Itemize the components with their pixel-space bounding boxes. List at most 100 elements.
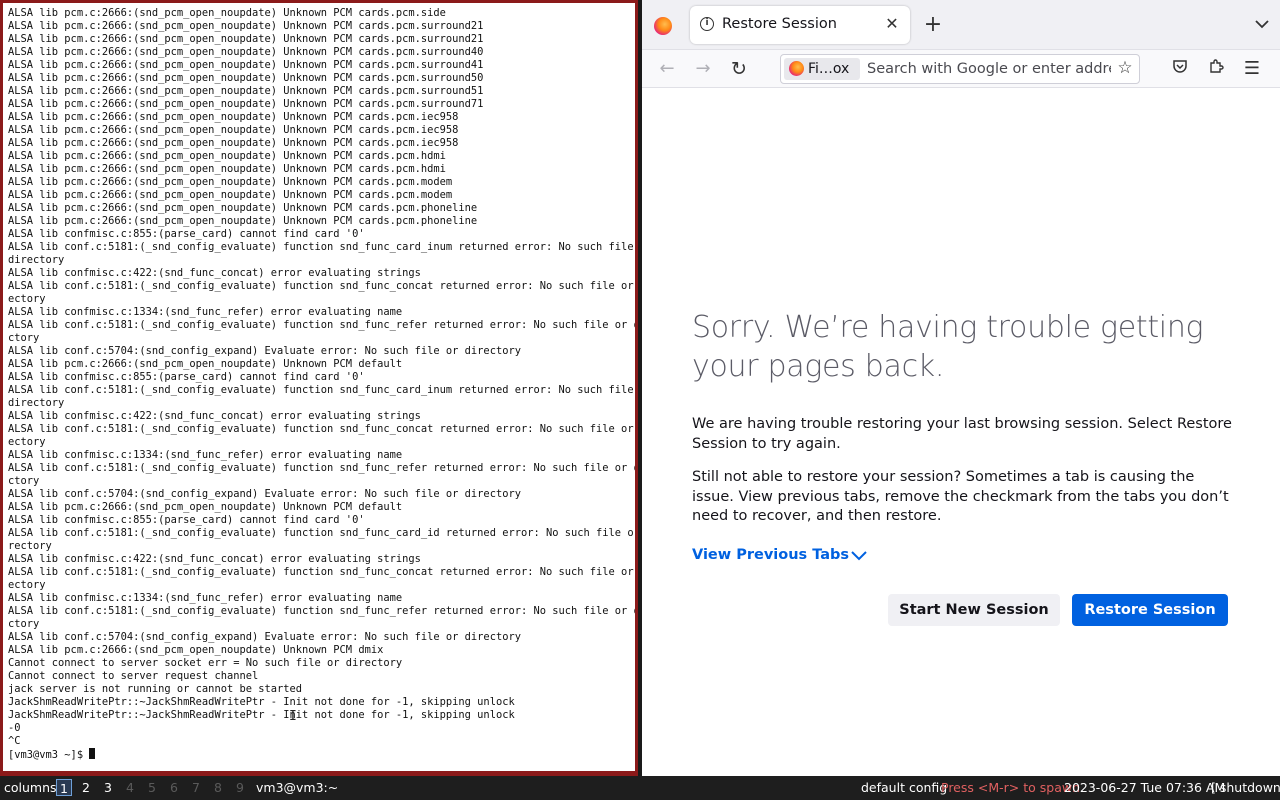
error-description-1: We are having trouble restoring your las…	[692, 416, 1232, 452]
terminal-line: ALSA lib pcm.c:2666:(snd_pcm_open_noupda…	[8, 33, 484, 45]
focused-window-title: vm3@vm3:~	[256, 780, 339, 795]
terminal-line: ALSA lib pcm.c:2666:(snd_pcm_open_noupda…	[8, 215, 478, 227]
list-all-tabs-chevron-icon[interactable]	[1254, 16, 1270, 32]
terminal-line: ALSA lib pcm.c:2666:(snd_pcm_open_noupda…	[8, 59, 484, 71]
terminal-line: ALSA lib pcm.c:2666:(snd_pcm_open_noupda…	[8, 124, 459, 136]
tab-restore-session[interactable]: i Restore Session ✕	[690, 6, 910, 44]
restore-session-button[interactable]: Restore Session	[1072, 594, 1228, 626]
workspace-7[interactable]: 7	[188, 779, 204, 796]
terminal-line: ALSA lib pcm.c:2666:(snd_pcm_open_noupda…	[8, 163, 446, 175]
terminal-line: JackShmReadWritePtr::~JackShmReadWritePt…	[8, 696, 515, 708]
workspace-4[interactable]: 4	[122, 779, 138, 796]
terminal-line: ALSA lib pcm.c:2666:(snd_pcm_open_noupda…	[8, 137, 459, 149]
hamburger-menu-icon[interactable]: ☰	[1241, 58, 1263, 80]
terminal-line: ALSA lib pcm.c:2666:(snd_pcm_open_noupda…	[8, 20, 484, 32]
terminal-line: ALSA lib confmisc.c:1334:(snd_func_refer…	[8, 306, 403, 318]
terminal-line: ctory	[8, 475, 40, 487]
clock: 2023-06-27 Tue 07:36 AM	[1064, 780, 1226, 795]
config-label: default config	[861, 780, 948, 795]
terminal-line: ectory	[8, 579, 46, 591]
terminal-window-frame: ALSA lib pcm.c:2666:(snd_pcm_open_noupda…	[0, 0, 638, 776]
firefox-logo-icon[interactable]	[654, 17, 672, 35]
spawn-hint: Press <M-r> to spawn	[941, 780, 1081, 795]
back-arrow-icon[interactable]: ←	[656, 58, 678, 80]
terminal-output: ALSA lib pcm.c:2666:(snd_pcm_open_noupda…	[3, 3, 635, 761]
close-tab-icon[interactable]: ✕	[882, 14, 902, 34]
terminal-line: JackShmReadWritePtr::~JackShmReadWritePt…	[8, 709, 515, 721]
terminal-line: ALSA lib conf.c:5181:(_snd_config_evalua…	[8, 566, 635, 578]
terminal-line: Cannot connect to server socket err = No…	[8, 657, 403, 669]
layout-indicator[interactable]: columns	[4, 780, 57, 796]
text-cursor	[89, 748, 96, 759]
terminal-line: ALSA lib conf.c:5181:(_snd_config_evalua…	[8, 241, 635, 253]
view-previous-tabs-link[interactable]: View Previous Tabs	[692, 547, 849, 563]
terminal-line: ALSA lib conf.c:5181:(_snd_config_evalua…	[8, 319, 635, 331]
pocket-icon[interactable]	[1169, 58, 1191, 80]
workspace-6[interactable]: 6	[166, 779, 182, 796]
terminal-line: ectory	[8, 436, 46, 448]
terminal-line: ALSA lib pcm.c:2666:(snd_pcm_open_noupda…	[8, 150, 446, 162]
workspace-9[interactable]: 9	[232, 779, 248, 796]
terminal-line: directory	[8, 254, 65, 266]
reload-icon[interactable]: ↻	[728, 58, 750, 80]
workspace-1[interactable]: 1	[56, 779, 72, 796]
tab-bar: i Restore Session ✕ +	[642, 0, 1280, 50]
terminal-line: ALSA lib conf.c:5704:(snd_config_expand)…	[8, 488, 521, 500]
terminal-line: ALSA lib conf.c:5181:(_snd_config_evalua…	[8, 462, 635, 474]
start-new-session-button[interactable]: Start New Session	[888, 594, 1060, 626]
info-icon: i	[700, 17, 714, 31]
terminal-line: jack server is not running or cannot be …	[8, 683, 303, 695]
workspace-5[interactable]: 5	[144, 779, 160, 796]
terminal-line: -0	[8, 722, 21, 734]
terminal-line: ALSA lib conf.c:5181:(_snd_config_evalua…	[8, 384, 635, 396]
terminal-line: ALSA lib pcm.c:2666:(snd_pcm_open_noupda…	[8, 358, 403, 370]
terminal-line: ALSA lib pcm.c:2666:(snd_pcm_open_noupda…	[8, 202, 478, 214]
error-description-2: Still not able to restore your session? …	[692, 469, 1229, 524]
url-input[interactable]	[867, 57, 1111, 81]
terminal-line: ALSA lib pcm.c:2666:(snd_pcm_open_noupda…	[8, 98, 484, 110]
terminal-line: ALSA lib pcm.c:2666:(snd_pcm_open_noupda…	[8, 644, 384, 656]
terminal-line: ALSA lib pcm.c:2666:(snd_pcm_open_noupda…	[8, 85, 484, 97]
terminal-window[interactable]: ALSA lib pcm.c:2666:(snd_pcm_open_noupda…	[3, 3, 635, 771]
terminal-line: ALSA lib conf.c:5181:(_snd_config_evalua…	[8, 527, 635, 539]
forward-arrow-icon[interactable]: →	[692, 58, 714, 80]
identity-label: Fi…ox	[808, 61, 850, 77]
mouse-cursor-ibeam-icon: I	[289, 709, 297, 724]
terminal-line: ALSA lib conf.c:5704:(snd_config_expand)…	[8, 631, 521, 643]
terminal-line: ALSA lib pcm.c:2666:(snd_pcm_open_noupda…	[8, 501, 403, 513]
tab-title: Restore Session	[722, 16, 837, 32]
workspace-2[interactable]: 2	[78, 779, 94, 796]
site-identity-button[interactable]: Fi…ox	[784, 58, 860, 80]
terminal-line: ALSA lib confmisc.c:855:(parse_card) can…	[8, 228, 365, 240]
navigation-toolbar: ← → ↻ Fi…ox ☆ ☰	[642, 50, 1280, 88]
terminal-line: ALSA lib conf.c:5181:(_snd_config_evalua…	[8, 423, 635, 435]
terminal-prompt-line[interactable]: [vm3@vm3 ~]$	[8, 748, 635, 761]
new-tab-plus-icon[interactable]: +	[922, 13, 944, 37]
window-manager-statusbar: columns 123456789 vm3@vm3:~ default conf…	[0, 776, 1280, 800]
workspace-8[interactable]: 8	[210, 779, 226, 796]
terminal-line: ALSA lib confmisc.c:422:(snd_func_concat…	[8, 553, 421, 565]
url-bar[interactable]: Fi…ox ☆	[780, 54, 1140, 84]
workspace-3[interactable]: 3	[100, 779, 116, 796]
terminal-line: ^C	[8, 735, 21, 747]
terminal-line: ALSA lib pcm.c:2666:(snd_pcm_open_noupda…	[8, 176, 453, 188]
terminal-line: ALSA lib confmisc.c:422:(snd_func_concat…	[8, 267, 421, 279]
terminal-line: ALSA lib confmisc.c:855:(parse_card) can…	[8, 371, 365, 383]
terminal-line: ALSA lib pcm.c:2666:(snd_pcm_open_noupda…	[8, 72, 484, 84]
terminal-line: ALSA lib conf.c:5181:(_snd_config_evalua…	[8, 280, 635, 292]
bookmark-star-icon[interactable]: ☆	[1115, 58, 1135, 78]
terminal-line: ALSA lib pcm.c:2666:(snd_pcm_open_noupda…	[8, 111, 459, 123]
shell-prompt: [vm3@vm3 ~]$	[8, 749, 90, 761]
terminal-line: ALSA lib pcm.c:2666:(snd_pcm_open_noupda…	[8, 46, 484, 58]
terminal-line: ctory	[8, 618, 40, 630]
terminal-line: ALSA lib confmisc.c:422:(snd_func_concat…	[8, 410, 421, 422]
terminal-line: ALSA lib pcm.c:2666:(snd_pcm_open_noupda…	[8, 7, 446, 19]
chevron-down-icon[interactable]	[850, 548, 868, 562]
terminal-line: ALSA lib confmisc.c:855:(parse_card) can…	[8, 514, 365, 526]
firefox-logo-icon	[789, 61, 804, 76]
terminal-line: ALSA lib confmisc.c:1334:(snd_func_refer…	[8, 449, 403, 461]
extensions-puzzle-icon[interactable]	[1205, 58, 1227, 80]
shutdown-button[interactable]: [ shutdown ]	[1211, 780, 1280, 796]
terminal-line: ALSA lib conf.c:5704:(snd_config_expand)…	[8, 345, 521, 357]
firefox-window: i Restore Session ✕ + ← → ↻ Fi…ox ☆ ☰ So	[642, 0, 1280, 776]
